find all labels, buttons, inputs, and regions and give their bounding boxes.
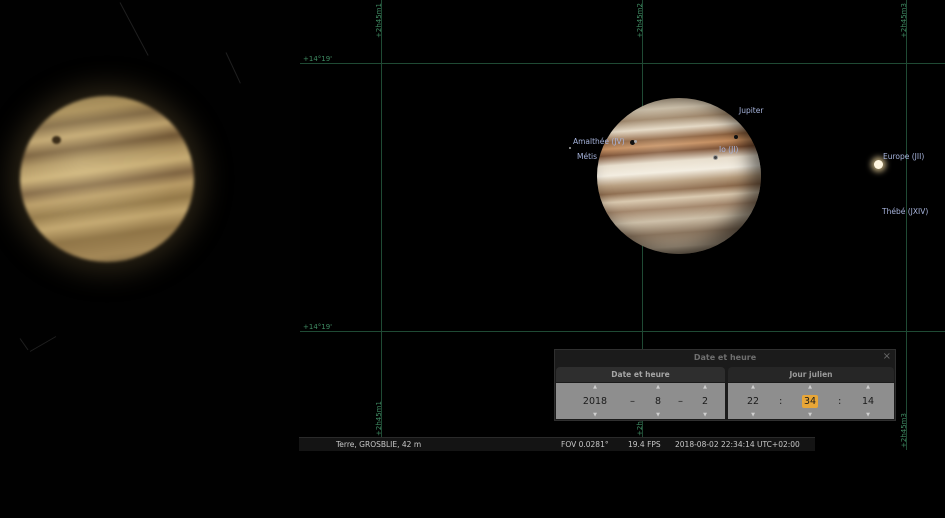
moon-shadow	[734, 135, 738, 139]
chevron-up-icon[interactable]: ▲	[642, 384, 674, 390]
tab-julian-day[interactable]: Jour julien	[728, 367, 894, 382]
label-io: Io (JI)	[719, 145, 739, 154]
photo-jupiter	[20, 96, 194, 262]
amalthea-moon[interactable]	[634, 140, 637, 143]
location-text: Terre, GROSBLIE, 42 m	[336, 440, 422, 449]
grid-line-ra	[906, 0, 907, 450]
screen: +2h45m1 +2h45m2 +2h45m3 +14°19' +14°19' …	[0, 0, 945, 518]
grid-label-ra: +2h45m1	[375, 401, 383, 436]
fov-text: FOV 0.0281°	[561, 440, 609, 449]
chevron-up-icon[interactable]: ▲	[850, 384, 886, 390]
date-separator: –	[678, 396, 683, 407]
year-spinbox[interactable]: ▲ 2018 ▼	[570, 383, 620, 419]
metis-moon[interactable]	[569, 147, 571, 149]
grid-label-dec: +14°19'	[303, 55, 333, 63]
photo-streak	[225, 52, 241, 84]
grid-label-ra: +2h45m1	[375, 3, 383, 38]
minute-spinbox[interactable]: ▲ 34 ▼	[792, 383, 828, 419]
time-fields: ▲ 22 ▼ : ▲ 34 ▼ : ▲ 14 ▼	[728, 383, 894, 419]
datetime-text: 2018-08-02 22:34:14 UTC+02:00	[675, 440, 800, 449]
close-icon[interactable]: ×	[883, 351, 891, 362]
grid-label-ra: +2h45m3	[900, 3, 908, 38]
label-jupiter: Jupiter	[739, 106, 764, 115]
chevron-down-icon[interactable]: ▼	[570, 412, 620, 418]
month-spinbox[interactable]: ▲ 8 ▼	[642, 383, 674, 419]
photo-streak	[119, 2, 149, 56]
status-bar: Terre, GROSBLIE, 42 m FOV 0.0281° 19.4 F…	[299, 437, 815, 451]
telescope-photo	[0, 0, 300, 518]
day-spinbox[interactable]: ▲ 2 ▼	[690, 383, 720, 419]
label-europa: Europe (JII)	[883, 152, 925, 161]
grid-line-dec	[300, 331, 945, 332]
io-moon[interactable]	[713, 155, 718, 160]
time-separator: :	[838, 396, 842, 407]
europa-moon[interactable]	[874, 160, 883, 169]
chevron-up-icon[interactable]: ▲	[570, 384, 620, 390]
date-separator: –	[630, 396, 635, 407]
month-value[interactable]: 8	[642, 395, 674, 408]
label-thebe: Thébé (JXIV)	[882, 207, 929, 216]
dialog-title: Date et heure	[693, 353, 757, 362]
second-spinbox[interactable]: ▲ 14 ▼	[850, 383, 886, 419]
photo-streak	[29, 336, 57, 352]
jupiter-planet[interactable]	[597, 98, 761, 254]
grid-line-ra	[381, 0, 382, 450]
chevron-down-icon[interactable]: ▼	[642, 412, 674, 418]
photo-moon-shadow	[52, 136, 61, 144]
chevron-up-icon[interactable]: ▲	[690, 384, 720, 390]
chevron-down-icon[interactable]: ▼	[690, 412, 720, 418]
chevron-down-icon[interactable]: ▼	[850, 412, 886, 418]
photo-streak	[19, 338, 29, 351]
day-value[interactable]: 2	[690, 395, 720, 408]
label-amalthea: Amalthée (JV)	[573, 137, 625, 146]
grid-label-ra: +2h45m2	[636, 3, 644, 38]
chevron-down-icon[interactable]: ▼	[792, 412, 828, 418]
fps-text: 19.4 FPS	[628, 440, 661, 449]
grid-label-dec: +14°19'	[303, 323, 333, 331]
chevron-up-icon[interactable]: ▲	[736, 384, 770, 390]
chevron-up-icon[interactable]: ▲	[792, 384, 828, 390]
grid-line-dec	[300, 63, 945, 64]
date-time-dialog[interactable]: Date et heure × Date et heure Jour julie…	[554, 349, 896, 421]
hour-value[interactable]: 22	[736, 395, 770, 408]
minute-value[interactable]: 34	[802, 395, 818, 408]
year-value[interactable]: 2018	[570, 395, 620, 408]
second-value[interactable]: 14	[850, 395, 886, 408]
date-fields: ▲ 2018 ▼ – ▲ 8 ▼ – ▲ 2 ▼	[556, 383, 725, 419]
hour-spinbox[interactable]: ▲ 22 ▼	[736, 383, 770, 419]
time-separator: :	[779, 396, 783, 407]
chevron-down-icon[interactable]: ▼	[736, 412, 770, 418]
grid-label-ra: +2h45m3	[900, 413, 908, 448]
tab-date-time[interactable]: Date et heure	[556, 367, 725, 382]
label-metis: Métis	[577, 152, 598, 161]
